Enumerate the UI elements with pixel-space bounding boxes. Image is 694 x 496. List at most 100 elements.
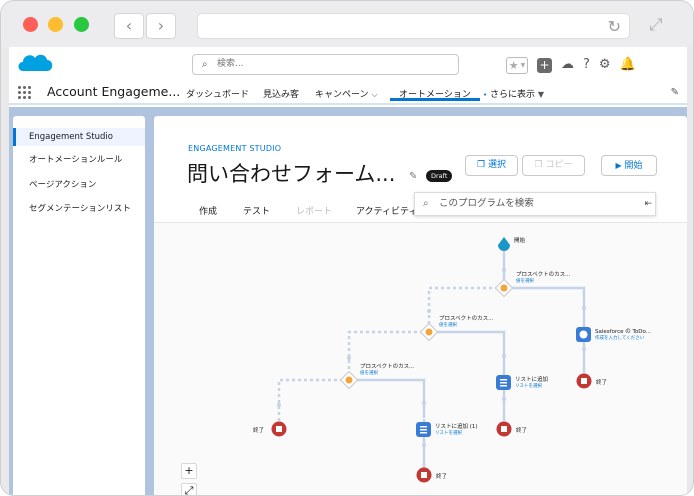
salesforce-task-label: Salesforce の ToDo... bbox=[595, 329, 652, 335]
favorites-button[interactable]: ★ ▼ bbox=[506, 56, 528, 74]
fullscreen-icon[interactable]: ⤢ bbox=[649, 15, 663, 35]
search-icon: ⌕ bbox=[423, 198, 429, 209]
nav-more-label: さらに表示 bbox=[490, 90, 536, 100]
end-node[interactable] bbox=[416, 467, 432, 483]
end-node[interactable] bbox=[496, 421, 512, 437]
add-to-list-label: リストに追加 (1) bbox=[435, 424, 478, 430]
edit-title-icon[interactable]: ✎ bbox=[409, 171, 417, 182]
search-placeholder: 検索... bbox=[217, 59, 244, 69]
start-label: 開始 bbox=[514, 238, 526, 244]
sidebar-item-page-actions[interactable]: ページアクション bbox=[13, 179, 145, 191]
fit-to-screen-button[interactable]: ⤢ bbox=[181, 483, 197, 495]
nav-item-prospects[interactable]: 見込み客 bbox=[263, 87, 299, 100]
start-button-label: 開始 bbox=[624, 161, 643, 171]
browser-window: ‹ › ↻ ⤢ ⌕ 検索... ★ ▼ + ☁ ? ⚙ 🔔 Account En… bbox=[0, 0, 694, 496]
end-label: 終了 bbox=[596, 380, 608, 386]
program-search-placeholder: このプログラムを検索 bbox=[439, 198, 534, 209]
gear-icon[interactable]: ⚙ bbox=[599, 56, 611, 74]
salesforce-logo[interactable] bbox=[15, 49, 55, 77]
play-icon: ▶ bbox=[615, 161, 622, 170]
automation-sidebar: Engagement Studio オートメーションルール ページアクション セ… bbox=[13, 116, 145, 495]
copy-icon: ❐ bbox=[534, 160, 543, 170]
end-label: 終了 bbox=[253, 428, 265, 434]
rule-sub-label[interactable]: 値を選択 bbox=[516, 278, 534, 284]
zoom-in-button[interactable]: + bbox=[181, 463, 197, 479]
nav-item-campaigns-label: キャンペーン bbox=[315, 90, 369, 100]
select-button[interactable]: ❐ 選択 bbox=[465, 155, 518, 176]
select-button-label: 選択 bbox=[487, 160, 506, 170]
minimize-window-button[interactable] bbox=[48, 17, 63, 32]
nav-item-dashboard[interactable]: ダッシュボード bbox=[186, 87, 249, 100]
tab-build[interactable]: 作成 bbox=[186, 204, 224, 224]
tab-reports[interactable]: レポート bbox=[296, 204, 332, 217]
search-icon: ⌕ bbox=[202, 59, 208, 70]
edit-nav-icon[interactable]: ✎ bbox=[671, 87, 679, 98]
select-icon: ❐ bbox=[477, 160, 486, 170]
salesforce-task-node[interactable] bbox=[576, 327, 591, 342]
collapse-panel-icon[interactable]: ⇤ bbox=[644, 193, 652, 215]
start-button[interactable]: ▶ 開始 bbox=[601, 155, 657, 176]
bell-icon[interactable]: 🔔 bbox=[620, 56, 636, 74]
global-search-input[interactable]: ⌕ 検索... bbox=[192, 54, 459, 75]
end-label: 終了 bbox=[516, 428, 528, 434]
end-node[interactable] bbox=[271, 421, 287, 437]
page-title: 問い合わせフォーム... bbox=[187, 162, 396, 186]
breadcrumb[interactable]: ENGAGEMENT STUDIO bbox=[188, 144, 281, 153]
flow-canvas[interactable]: 開始 プロスペクトのカス... 値を選択 プロスペクトのカス... 値を選択 プ… bbox=[154, 222, 687, 495]
rule-label: プロスペクトのカス... bbox=[360, 364, 415, 370]
chevron-left-icon: ‹ bbox=[125, 16, 133, 35]
add-to-list-label: リストに追加 bbox=[515, 377, 549, 383]
header-utility-icons: ★ ▼ + ☁ ? ⚙ 🔔 bbox=[506, 55, 636, 75]
program-panel: ENGAGEMENT STUDIO 問い合わせフォーム... ✎ Draft ❐… bbox=[154, 116, 687, 495]
bullet-icon: • bbox=[483, 91, 488, 99]
rule-label: プロスペクトのカス... bbox=[516, 272, 571, 278]
program-search-input[interactable]: ⌕ このプログラムを検索 ⇤ bbox=[414, 192, 656, 216]
app-nav-bar: Account Engageme... ダッシュボード 見込み客 キャンペーン … bbox=[9, 81, 687, 105]
nav-more-menu[interactable]: • さらに表示 ▼ bbox=[483, 87, 544, 100]
start-node[interactable] bbox=[498, 237, 510, 251]
rule-node[interactable] bbox=[339, 370, 359, 390]
maximize-window-button[interactable] bbox=[74, 17, 89, 32]
plus-icon: + bbox=[539, 57, 550, 72]
star-icon: ★ bbox=[508, 58, 519, 72]
copy-button-label: コピー bbox=[545, 160, 573, 170]
chevron-right-icon: › bbox=[157, 16, 165, 35]
tab-test[interactable]: テスト bbox=[243, 204, 270, 217]
rule-sub-label[interactable]: 値を選択 bbox=[439, 322, 457, 328]
add-to-list-sub-label[interactable]: リストを選択 bbox=[435, 430, 462, 436]
app-name: Account Engageme... bbox=[47, 84, 181, 99]
help-icon[interactable]: ? bbox=[583, 56, 590, 74]
tab-activity[interactable]: アクティビティ bbox=[356, 204, 417, 217]
rule-node[interactable] bbox=[494, 278, 514, 298]
forward-button[interactable]: › bbox=[146, 13, 176, 39]
global-header: ⌕ 検索... ★ ▼ + ☁ ? ⚙ 🔔 bbox=[9, 47, 687, 81]
address-bar[interactable]: ↻ bbox=[197, 13, 630, 39]
sidebar-item-segmentation-lists[interactable]: セグメンテーションリスト bbox=[13, 203, 133, 215]
sidebar-item-automation-rules[interactable]: オートメーションルール bbox=[13, 154, 145, 166]
end-node[interactable] bbox=[576, 373, 592, 389]
global-actions-button[interactable]: + bbox=[537, 57, 552, 73]
trailhead-icon[interactable]: ☁ bbox=[561, 56, 574, 74]
nav-item-automation[interactable]: オートメーション bbox=[390, 81, 480, 101]
sidebar-item-engagement-studio[interactable]: Engagement Studio bbox=[13, 128, 145, 146]
browser-chrome: ‹ › ↻ ⤢ bbox=[1, 1, 693, 47]
rule-sub-label[interactable]: 値を選択 bbox=[360, 370, 378, 376]
reload-icon[interactable]: ↻ bbox=[608, 17, 621, 36]
rule-label: プロスペクトのカス... bbox=[439, 316, 494, 322]
nav-item-campaigns[interactable]: キャンペーン ⌵ bbox=[315, 87, 378, 100]
chevron-down-icon: ▼ bbox=[520, 61, 526, 69]
page-body: Engagement Studio オートメーションルール ページアクション セ… bbox=[9, 107, 687, 495]
chevron-down-icon[interactable]: ⌵ bbox=[371, 90, 377, 99]
close-window-button[interactable] bbox=[23, 17, 38, 32]
rule-node[interactable] bbox=[419, 322, 439, 342]
add-to-list-node[interactable] bbox=[416, 422, 431, 437]
app-launcher-icon[interactable] bbox=[18, 86, 32, 100]
add-to-list-node[interactable] bbox=[496, 375, 511, 390]
salesforce-app: ⌕ 検索... ★ ▼ + ☁ ? ⚙ 🔔 Account Engageme...… bbox=[9, 47, 687, 495]
chevron-down-icon: ▼ bbox=[537, 90, 545, 99]
add-to-list-sub-label[interactable]: リストを選択 bbox=[515, 383, 542, 389]
back-button[interactable]: ‹ bbox=[114, 13, 144, 39]
copy-button[interactable]: ❐ コピー bbox=[522, 155, 585, 176]
salesforce-task-sub-label[interactable]: 作成を入力してください bbox=[595, 335, 644, 341]
flow-diagram bbox=[271, 237, 592, 483]
